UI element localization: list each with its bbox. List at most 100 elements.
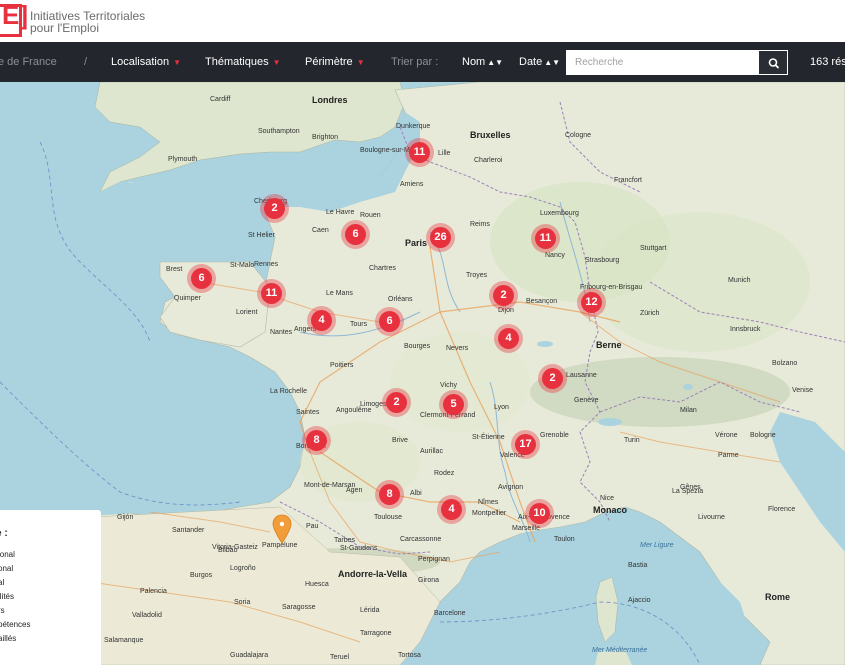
map-label-rome: Rome <box>765 592 791 602</box>
map-label-venise: Venise <box>792 387 814 394</box>
map-cluster-marker[interactable]: 26 <box>426 223 455 252</box>
map-label-montpellier: Montpellier <box>472 510 507 517</box>
map-label-charleroi: Charleroi <box>474 157 503 164</box>
map-label-quimper: Quimper <box>174 295 201 302</box>
map-label-plymouth: Plymouth <box>168 156 198 163</box>
map-label-logrono: Logroño <box>230 565 256 572</box>
map-cluster-marker[interactable]: 11 <box>257 279 286 308</box>
map-cluster-marker[interactable]: 2 <box>382 388 411 417</box>
cluster-count: 4 <box>498 328 519 349</box>
map-label-brive: Brive <box>392 437 408 444</box>
legend-title: e : <box>0 528 8 539</box>
map-label-teruel: Teruel <box>330 654 350 661</box>
map-label-verone: Vérone <box>715 432 738 439</box>
cluster-count: 26 <box>430 227 451 248</box>
map-label-bologne: Bologne <box>750 432 776 439</box>
legend-item[interactable]: al <box>0 578 4 587</box>
cluster-count: 8 <box>306 430 327 451</box>
map-label-med-sea: Mer Méditerranée <box>592 647 648 654</box>
map-view[interactable]: Londres Bruxelles Paris Berne Monaco Rom… <box>0 82 845 665</box>
sort-arrows-icon: ▲▼ <box>487 58 504 67</box>
legend-item[interactable]: onal <box>0 564 13 573</box>
map-label-girona: Girona <box>418 577 440 584</box>
map-label-brest: Brest <box>166 266 183 273</box>
map-label-innsbruck: Innsbruck <box>730 326 761 333</box>
map-cluster-marker[interactable]: 2 <box>489 281 518 310</box>
map-legend: e : ional onal al ilités rs pétences ail… <box>0 510 101 665</box>
logo-mark[interactable]: E] <box>2 2 28 28</box>
map-cluster-marker[interactable]: 6 <box>375 307 404 336</box>
map-cluster-marker[interactable]: 8 <box>302 426 331 455</box>
map-cluster-marker[interactable]: 8 <box>375 480 404 509</box>
map-label-saintes: Saintes <box>296 409 320 416</box>
map-label-saint-etienne: St-Étienne <box>472 434 505 441</box>
cluster-count: 12 <box>581 292 602 313</box>
map-label-monaco: Monaco <box>593 505 628 515</box>
map-label-florence: Florence <box>768 506 796 513</box>
cluster-count: 6 <box>191 268 212 289</box>
land-corsica <box>595 576 619 643</box>
sort-by-date-button[interactable]: Date ▲▼ <box>519 56 560 69</box>
legend-item[interactable]: ilités <box>0 592 14 601</box>
map-label-caen: Caen <box>312 227 329 234</box>
map-label-carcassonne: Carcassonne <box>400 536 442 543</box>
map-label-barcelone: Barcelone <box>434 610 466 617</box>
map-cluster-marker[interactable]: 17 <box>511 430 540 459</box>
breadcrumb-region[interactable]: e de France <box>0 56 57 69</box>
map-label-berne: Berne <box>596 340 622 350</box>
map-label-vichy: Vichy <box>440 382 457 389</box>
map-label-geneve: Genève <box>574 397 599 404</box>
cluster-count: 2 <box>264 198 285 219</box>
map-cluster-marker[interactable]: 5 <box>439 390 468 419</box>
map-label-troyes: Troyes <box>466 272 488 279</box>
map-cluster-marker[interactable]: 4 <box>494 324 523 353</box>
map-label-rodez: Rodez <box>434 470 455 477</box>
map-cluster-marker[interactable]: 11 <box>531 224 560 253</box>
map-label-saint-helier: St Helier <box>248 232 275 239</box>
map-label-londres: Londres <box>312 95 348 105</box>
legend-item[interactable]: pétences <box>0 620 30 629</box>
perimetre-dropdown[interactable]: Périmètre ▼ <box>305 56 365 69</box>
map-label-nice: Nice <box>600 495 615 502</box>
thematiques-dropdown[interactable]: Thématiques ▼ <box>205 56 281 69</box>
map-label-mont-de-marsan: Mont-de-Marsan <box>304 482 356 489</box>
cluster-count: 4 <box>441 499 462 520</box>
localisation-dropdown[interactable]: Localisation ▼ <box>111 56 181 69</box>
map-cluster-marker[interactable]: 2 <box>260 194 289 223</box>
search-button[interactable] <box>758 50 788 75</box>
map-label-nimes: Nîmes <box>478 499 499 506</box>
map-cluster-marker[interactable]: 10 <box>525 499 554 528</box>
cluster-count: 2 <box>542 368 563 389</box>
map-label-rouen: Rouen <box>360 212 381 219</box>
map-cluster-marker[interactable]: 12 <box>577 288 606 317</box>
breadcrumb-separator: / <box>84 56 88 68</box>
cluster-count: 11 <box>535 228 556 249</box>
map-label-nevers: Nevers <box>446 345 469 352</box>
map-label-tortosa: Tortosa <box>398 652 421 659</box>
map-pin-marker[interactable] <box>272 514 292 544</box>
legend-item[interactable]: aillés <box>0 634 16 643</box>
map-label-perpignan: Perpignan <box>418 556 450 563</box>
legend-item[interactable]: ional <box>0 550 15 559</box>
legend-item[interactable]: rs <box>0 606 5 615</box>
map-cluster-marker[interactable]: 6 <box>187 264 216 293</box>
map-cluster-marker[interactable]: 4 <box>437 495 466 524</box>
map-label-nantes: Nantes <box>270 329 293 336</box>
map-cluster-marker[interactable]: 11 <box>405 138 434 167</box>
map-label-besancon: Besançon <box>526 298 558 305</box>
sea-biscay <box>0 342 285 522</box>
map-cluster-marker[interactable]: 4 <box>307 306 336 335</box>
map-cluster-marker[interactable]: 2 <box>538 364 567 393</box>
map-label-santander: Santander <box>172 527 205 534</box>
cluster-count: 10 <box>529 503 550 524</box>
logo-text[interactable]: Initiatives Territoriales pour l'Emploi <box>30 10 145 34</box>
cluster-count: 6 <box>379 311 400 332</box>
search-input[interactable] <box>566 50 758 75</box>
map-cluster-marker[interactable]: 6 <box>341 220 370 249</box>
sort-by-name-button[interactable]: Nom ▲▼ <box>462 56 503 69</box>
caret-down-icon: ▼ <box>356 58 365 67</box>
map-label-orleans: Orléans <box>388 296 413 303</box>
map-label-tarragone: Tarragone <box>360 630 392 637</box>
caret-down-icon: ▼ <box>173 58 182 67</box>
site-header: E] Initiatives Territoriales pour l'Empl… <box>0 0 845 42</box>
